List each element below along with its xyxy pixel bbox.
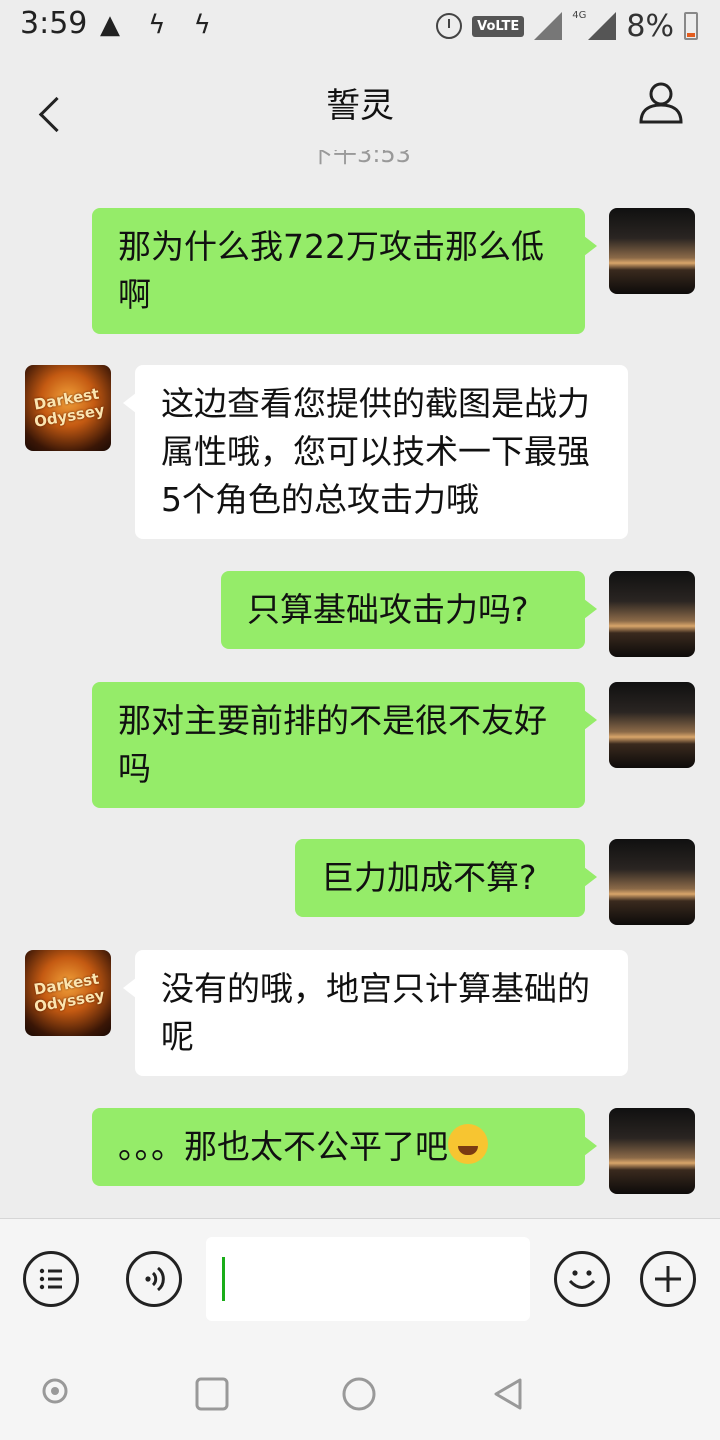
sent-message[interactable]: 那为什么我722万攻击那么低啊 (92, 208, 597, 334)
input-bar (0, 1218, 720, 1343)
chat-title: 誓灵 (326, 86, 394, 126)
alarm-icon (436, 13, 463, 39)
received-message[interactable]: 这边查看您提供的截图是战力属性哦，您可以技术一下最强5个角色的总攻击力哦 (123, 365, 628, 539)
contact-avatar[interactable]: Darkest Odyssey (25, 365, 111, 451)
status-indicators: VoLTE 4G 8% (436, 6, 698, 46)
message-input[interactable] (206, 1237, 530, 1321)
text-cursor (222, 1257, 225, 1301)
received-message[interactable]: 没有的哦，地宫只计算基础的呢 (123, 950, 628, 1076)
add-icon[interactable] (640, 1251, 696, 1307)
sent-message[interactable]: 只算基础攻击力吗? (221, 571, 597, 649)
message-list[interactable]: 下午3:53 那为什么我722万攻击那么低啊 Darkest Odyssey 这… (0, 150, 720, 1218)
sent-message[interactable]: 巨力加成不算? (295, 839, 597, 917)
message-text: 。。。那也太不公平了吧 (118, 1127, 448, 1166)
battery-percentage: 8% (626, 8, 674, 44)
laughing-crying-emoji-icon (448, 1124, 488, 1164)
voice-input-icon[interactable] (126, 1251, 182, 1307)
my-avatar[interactable] (609, 839, 695, 925)
status-time: 3:59 (20, 6, 88, 41)
recent-apps-icon[interactable] (194, 1376, 230, 1412)
menu-list-icon[interactable] (23, 1251, 79, 1307)
game-logo-text: Darkest Odyssey (32, 969, 106, 1016)
back-nav-icon[interactable] (490, 1376, 526, 1412)
my-avatar[interactable] (609, 1108, 695, 1194)
volte-badge: VoLTE (472, 15, 525, 37)
network-type: 4G (572, 10, 587, 21)
home-icon[interactable] (341, 1376, 377, 1412)
emoji-icon[interactable] (554, 1251, 610, 1307)
system-nav-bar (0, 1342, 720, 1440)
game-logo-text: Darkest Odyssey (32, 384, 106, 431)
sent-message[interactable]: 。。。那也太不公平了吧 (92, 1108, 597, 1186)
sent-message[interactable]: 那对主要前排的不是很不友好吗 (92, 682, 597, 808)
chat-header: 誓灵 (0, 52, 720, 150)
my-avatar[interactable] (609, 571, 695, 657)
status-bar: 3:59 ▲ ϟ ϟ VoLTE 4G 8% (0, 0, 720, 52)
contact-avatar[interactable]: Darkest Odyssey (25, 950, 111, 1036)
notification-icons: ▲ ϟ ϟ (100, 10, 221, 40)
profile-icon[interactable] (638, 80, 684, 124)
battery-icon (684, 12, 698, 40)
my-avatar[interactable] (609, 208, 695, 294)
my-avatar[interactable] (609, 682, 695, 768)
assistant-nav-icon[interactable] (40, 1376, 70, 1406)
signal-icon (534, 12, 563, 40)
signal-icon (588, 12, 617, 40)
message-timestamp: 下午3:53 (309, 150, 411, 168)
